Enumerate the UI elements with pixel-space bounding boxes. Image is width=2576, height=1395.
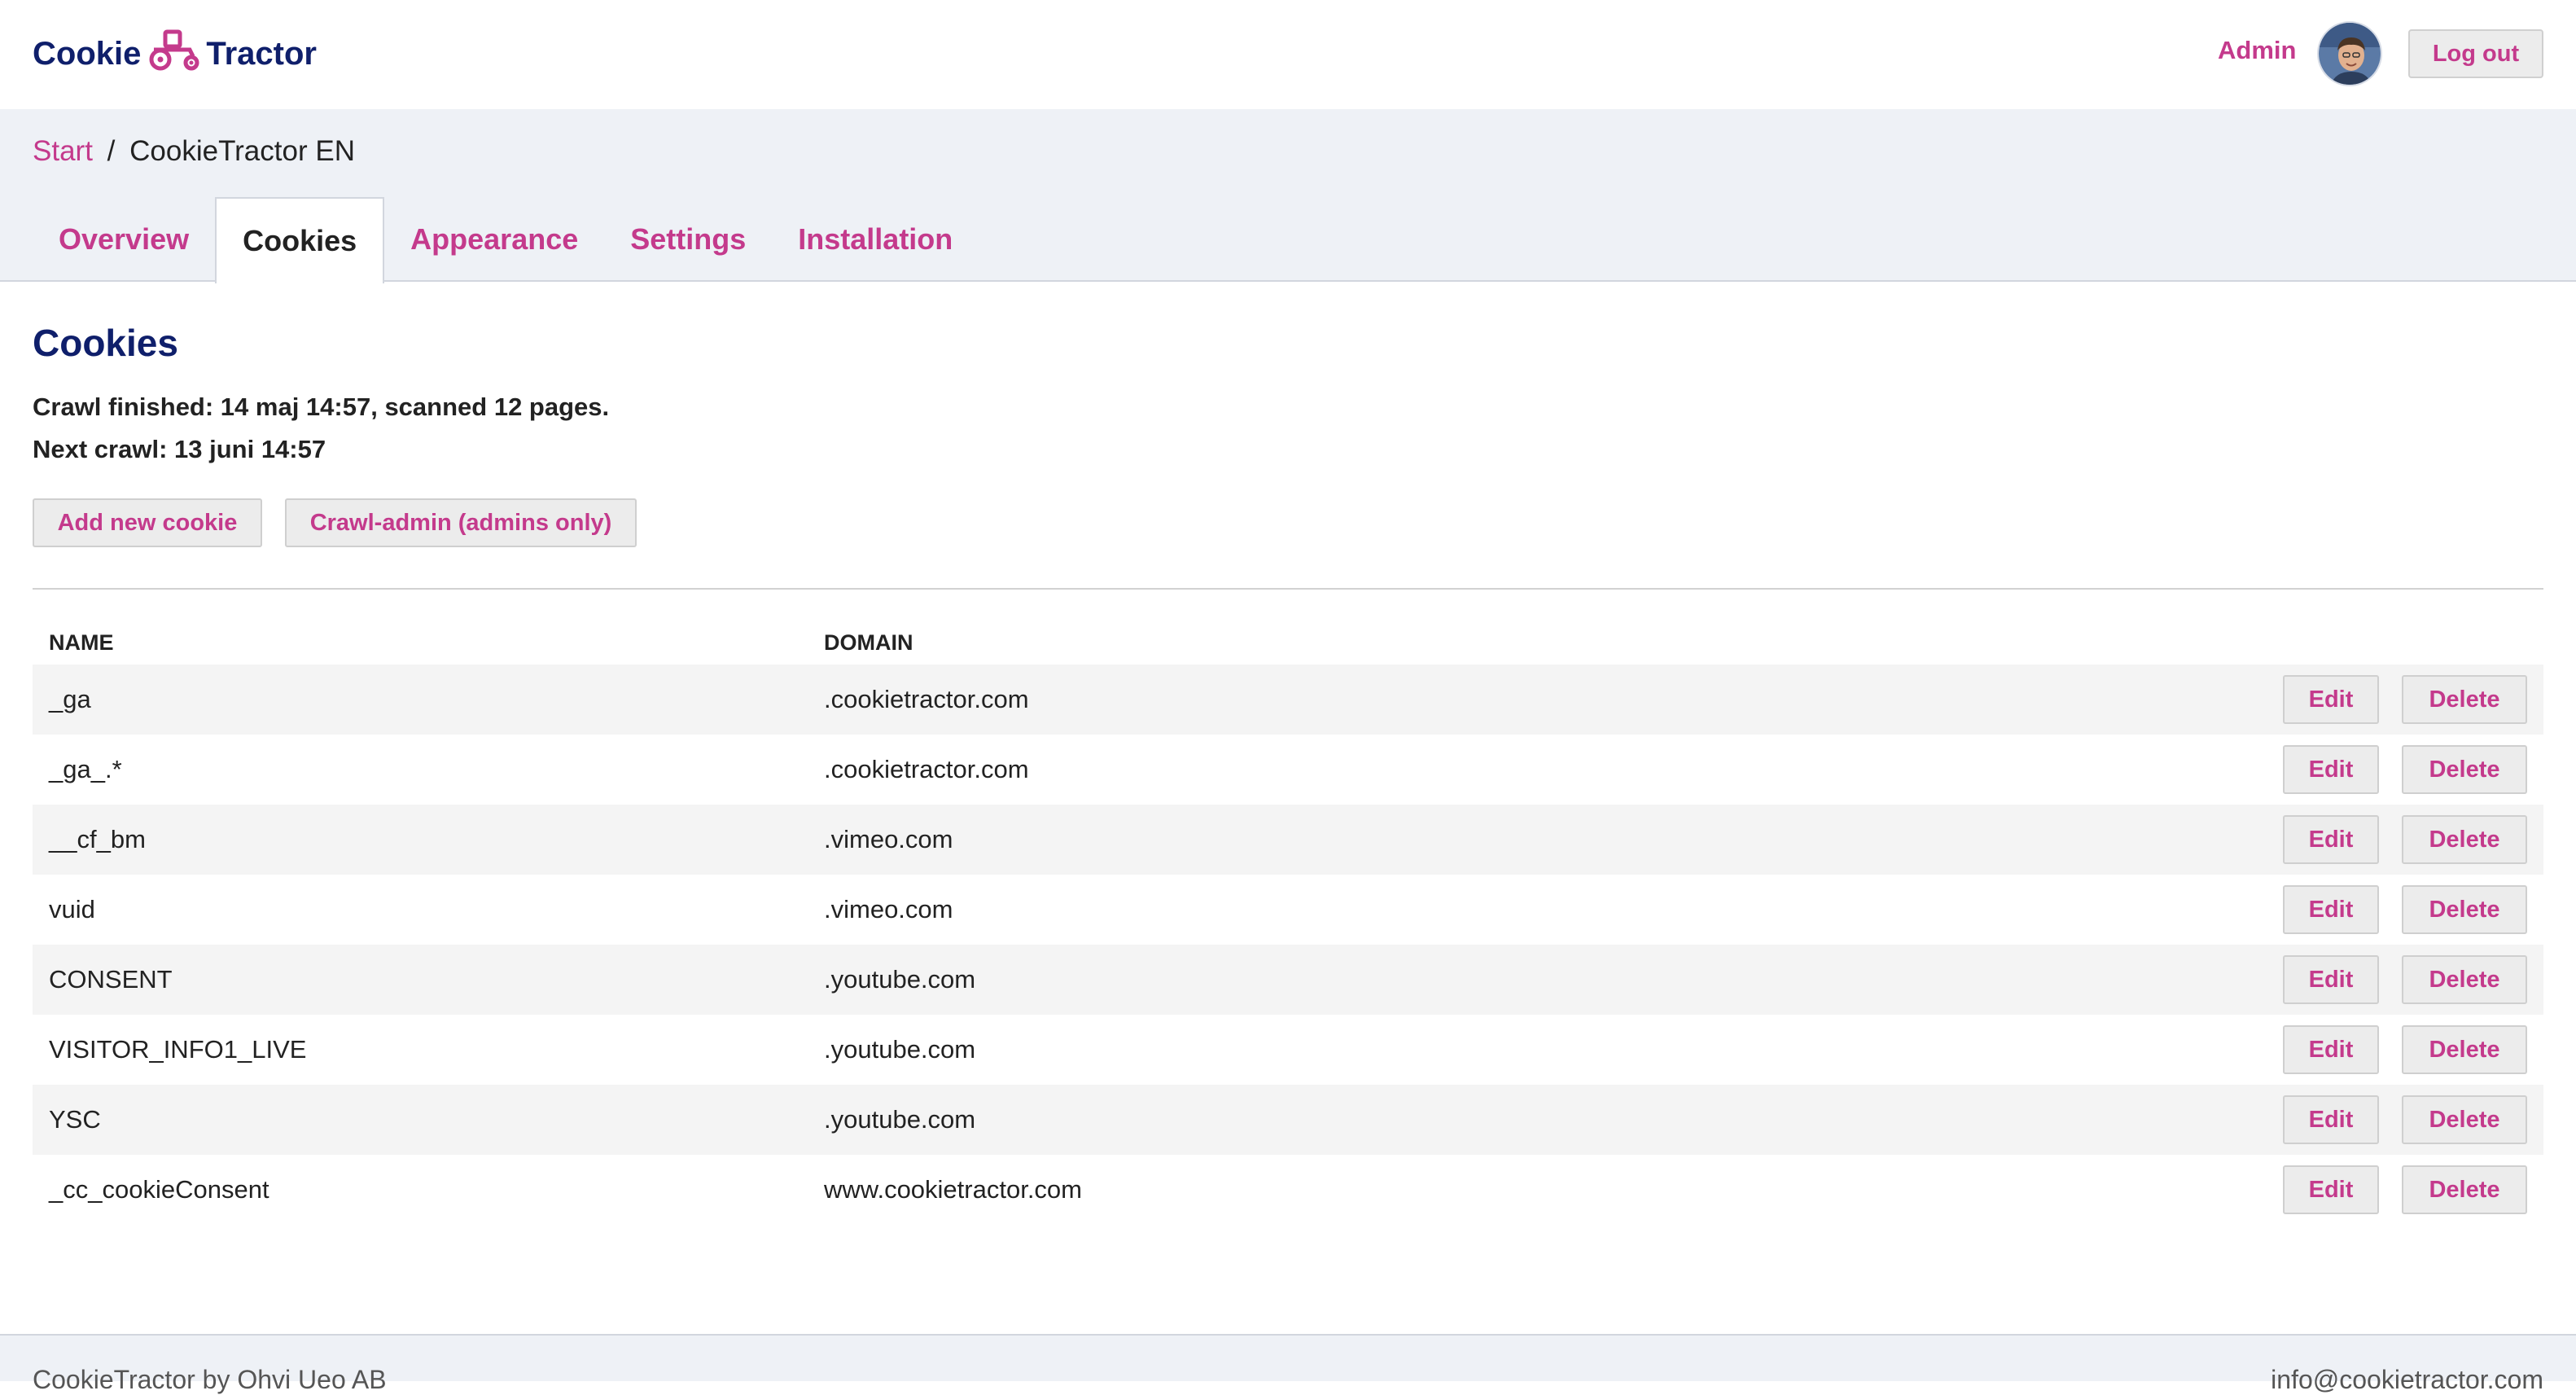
cookie-name: CONSENT bbox=[49, 965, 173, 994]
breadcrumb: Start / CookieTractor EN bbox=[33, 135, 355, 168]
edit-button[interactable]: Edit bbox=[2283, 745, 2379, 794]
cookie-table: NAME DOMAIN _ga .cookietractor.com Edit … bbox=[33, 621, 2543, 1225]
cookie-name: vuid bbox=[49, 895, 95, 923]
table-row: _cc_cookieConsent www.cookietractor.com … bbox=[33, 1155, 2543, 1225]
table-row: vuid .vimeo.com Edit Delete bbox=[33, 875, 2543, 945]
tab-settings[interactable]: Settings bbox=[604, 197, 772, 282]
cookie-name: _ga_.* bbox=[49, 755, 122, 783]
footer: CookieTractor by Ohvi Ueo AB info@cookie… bbox=[0, 1334, 2576, 1394]
edit-button[interactable]: Edit bbox=[2283, 1165, 2379, 1214]
cookie-domain: .youtube.com bbox=[824, 1035, 976, 1064]
tab-installation[interactable]: Installation bbox=[772, 197, 979, 282]
table-row: VISITOR_INFO1_LIVE .youtube.com Edit Del… bbox=[33, 1015, 2543, 1085]
breadcrumb-current: CookieTractor EN bbox=[129, 135, 355, 167]
edit-button[interactable]: Edit bbox=[2283, 955, 2379, 1004]
top-bar: Cookie Tractor Admin Log out bbox=[0, 0, 2576, 109]
add-cookie-button[interactable]: Add new cookie bbox=[33, 498, 262, 547]
delete-button[interactable]: Delete bbox=[2402, 815, 2527, 864]
logo[interactable]: Cookie Tractor bbox=[33, 29, 317, 78]
user-name-link[interactable]: Admin bbox=[2218, 36, 2296, 65]
logo-text-left: Cookie bbox=[33, 35, 142, 72]
tab-cookies[interactable]: Cookies bbox=[215, 197, 385, 283]
logo-text-right: Tractor bbox=[206, 35, 317, 72]
page-title: Cookies bbox=[33, 322, 178, 364]
cookie-domain: www.cookietractor.com bbox=[824, 1175, 1082, 1204]
crawl-admin-button[interactable]: Crawl-admin (admins only) bbox=[285, 498, 637, 547]
delete-button[interactable]: Delete bbox=[2402, 1095, 2527, 1144]
column-header-name: NAME bbox=[49, 630, 114, 655]
delete-button[interactable]: Delete bbox=[2402, 1165, 2527, 1214]
cookie-domain: .vimeo.com bbox=[824, 825, 953, 853]
breadcrumb-separator: / bbox=[107, 135, 116, 167]
table-row: __cf_bm .vimeo.com Edit Delete bbox=[33, 805, 2543, 875]
footer-email-link[interactable]: info@cookietractor.com bbox=[2271, 1365, 2543, 1395]
edit-button[interactable]: Edit bbox=[2283, 1025, 2379, 1074]
column-header-domain: DOMAIN bbox=[824, 630, 913, 655]
table-row: YSC .youtube.com Edit Delete bbox=[33, 1085, 2543, 1155]
cookie-domain: .vimeo.com bbox=[824, 895, 953, 923]
cookie-name: _ga bbox=[49, 685, 91, 713]
delete-button[interactable]: Delete bbox=[2402, 885, 2527, 934]
table-row: CONSENT .youtube.com Edit Delete bbox=[33, 945, 2543, 1015]
next-crawl-text: Next crawl: 13 juni 14:57 bbox=[33, 435, 326, 463]
edit-button[interactable]: Edit bbox=[2283, 815, 2379, 864]
avatar[interactable] bbox=[2317, 21, 2382, 86]
edit-button[interactable]: Edit bbox=[2283, 1095, 2379, 1144]
cookie-name: VISITOR_INFO1_LIVE bbox=[49, 1035, 307, 1064]
footer-company: CookieTractor by Ohvi Ueo AB bbox=[33, 1365, 387, 1394]
delete-button[interactable]: Delete bbox=[2402, 955, 2527, 1004]
divider bbox=[33, 588, 2543, 590]
cookie-name: __cf_bm bbox=[49, 825, 146, 853]
edit-button[interactable]: Edit bbox=[2283, 675, 2379, 724]
table-row: _ga_.* .cookietractor.com Edit Delete bbox=[33, 735, 2543, 805]
cookie-domain: .youtube.com bbox=[824, 965, 976, 994]
table-header: NAME DOMAIN bbox=[33, 621, 2543, 665]
cookie-name: _cc_cookieConsent bbox=[49, 1175, 269, 1204]
delete-button[interactable]: Delete bbox=[2402, 1025, 2527, 1074]
table-row: _ga .cookietractor.com Edit Delete bbox=[33, 665, 2543, 735]
tab-overview[interactable]: Overview bbox=[33, 197, 215, 282]
tab-appearance[interactable]: Appearance bbox=[384, 197, 604, 282]
cookie-name: YSC bbox=[49, 1105, 101, 1134]
nav-band: Start / CookieTractor EN Overview Cookie… bbox=[0, 109, 2576, 283]
logout-button[interactable]: Log out bbox=[2408, 29, 2543, 78]
tab-bar: Overview Cookies Appearance Settings Ins… bbox=[33, 197, 979, 283]
crawl-finished-text: Crawl finished: 14 maj 14:57, scanned 12… bbox=[33, 393, 610, 421]
tractor-icon bbox=[147, 29, 203, 79]
delete-button[interactable]: Delete bbox=[2402, 745, 2527, 794]
delete-button[interactable]: Delete bbox=[2402, 675, 2527, 724]
breadcrumb-start-link[interactable]: Start bbox=[33, 135, 93, 167]
cookie-domain: .youtube.com bbox=[824, 1105, 976, 1134]
edit-button[interactable]: Edit bbox=[2283, 885, 2379, 934]
cookie-domain: .cookietractor.com bbox=[824, 685, 1029, 713]
cookie-domain: .cookietractor.com bbox=[824, 755, 1029, 783]
